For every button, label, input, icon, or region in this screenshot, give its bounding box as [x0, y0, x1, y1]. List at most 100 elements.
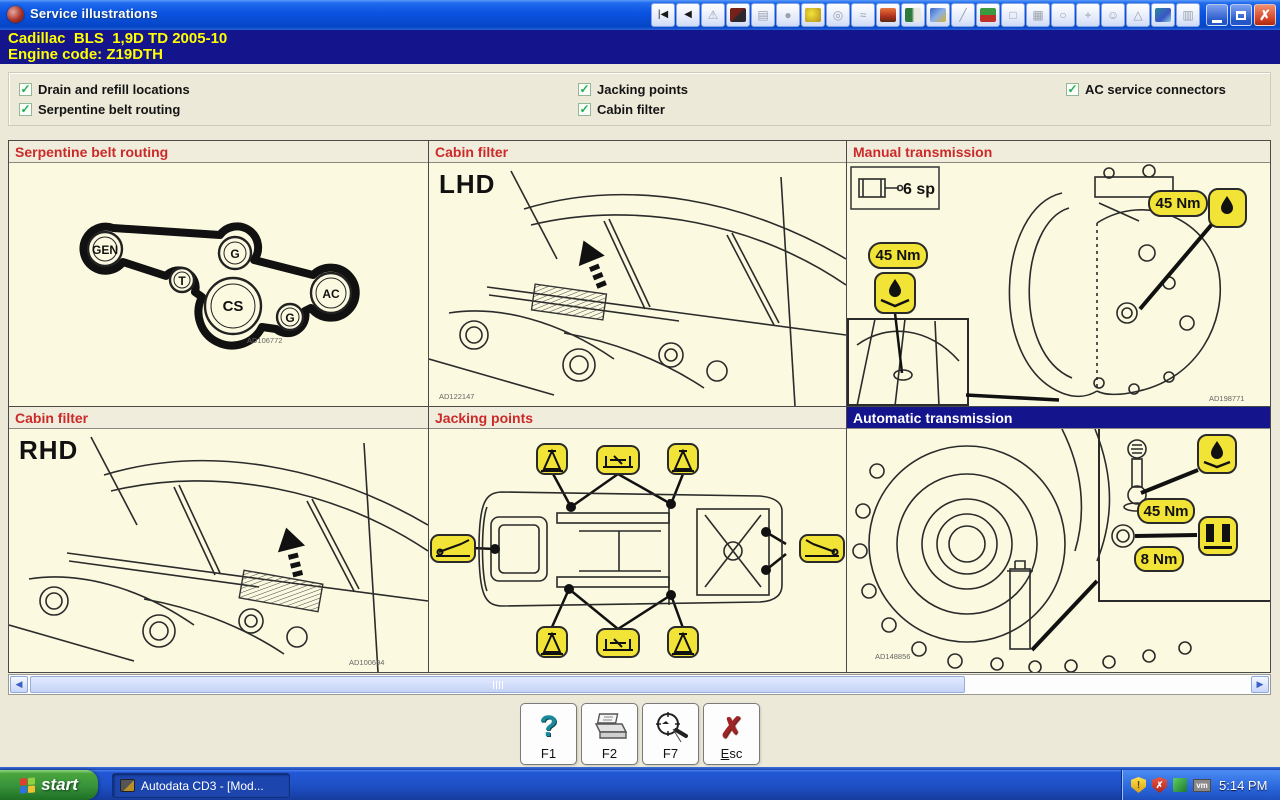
minimize-icon: [1212, 20, 1222, 23]
filter-jacking: ✓ Jacking points: [578, 82, 688, 97]
engine-oil-icon: [805, 8, 821, 22]
illustration-ref: AD148856: [875, 652, 910, 661]
engine-parts-icon: [1155, 8, 1171, 22]
toolbar-icon-lamps[interactable]: [726, 3, 750, 27]
toolbar-icon-diagnostics[interactable]: ○: [1051, 3, 1075, 27]
belt-routing-icon: ≈: [860, 9, 867, 21]
panel-title-jacking[interactable]: Jacking points: [429, 407, 846, 429]
zoom-button[interactable]: F7: [642, 703, 699, 765]
service-wrench-icon: +: [1084, 9, 1091, 21]
toolbar-icon-belt-routing[interactable]: ≈: [851, 3, 875, 27]
toolbar-icon-back[interactable]: ◀: [676, 3, 700, 27]
cabin-filter-checkbox[interactable]: ✓: [578, 103, 591, 116]
printer-icon: [593, 708, 627, 746]
automatic-transmission-illustration[interactable]: 45 Nm 8 Nm AD148856: [847, 429, 1270, 672]
serpentine-belt-illustration[interactable]: GEN G T CS G AC AD106772: [9, 163, 428, 406]
panel-title-automatic[interactable]: Automatic transmission: [847, 407, 1270, 429]
warning-triangle-icon: ⚠: [708, 9, 719, 21]
scroll-right-button[interactable]: ▶: [1251, 676, 1269, 693]
escape-button[interactable]: ✗ Esc: [703, 703, 760, 765]
svg-text:45 Nm: 45 Nm: [1143, 503, 1188, 520]
hazard-triangle-icon: △: [1133, 9, 1142, 21]
vm-tools-icon[interactable]: vm: [1193, 779, 1211, 792]
location-arrow: [273, 524, 312, 579]
network-agent-icon[interactable]: [1173, 778, 1187, 792]
window-controls: ✗: [1206, 4, 1276, 26]
panel-cabin-filter-rhd: Cabin filter: [8, 406, 429, 673]
gearbox-icon: [980, 8, 996, 22]
illustration-ref: AD198771: [1209, 394, 1244, 403]
exit-cross-icon: ✗: [720, 711, 743, 744]
toolbar-icon-driver[interactable]: ☺: [1101, 3, 1125, 27]
scroll-right-icon: ▶: [1257, 679, 1264, 689]
toolbar-icon-vehicle-lift[interactable]: [926, 3, 950, 27]
help-button[interactable]: ? F1: [520, 703, 577, 765]
drain-refill-checkbox[interactable]: ✓: [19, 83, 32, 96]
panel-title-cabin-lhd[interactable]: Cabin filter: [429, 141, 846, 163]
paint-codes-icon: [880, 8, 896, 22]
autodata-app-icon: [120, 779, 135, 792]
toolbar-icon-wheels[interactable]: ◎: [826, 3, 850, 27]
airbag-icon: ●: [784, 9, 791, 21]
antivirus-alert-icon[interactable]: ✗: [1152, 777, 1167, 793]
taskbar-task-autodata[interactable]: Autodata CD3 - [Mod...: [112, 773, 290, 798]
action-button-bar: ? F1 F2: [0, 703, 1280, 767]
panel-title-serpentine[interactable]: Serpentine belt routing: [9, 141, 428, 163]
toolbar-icon-engine-parts[interactable]: [1151, 3, 1175, 27]
filter-cabin: ✓ Cabin filter: [578, 102, 665, 117]
minimize-button[interactable]: [1206, 4, 1228, 26]
scroll-left-button[interactable]: ◀: [10, 676, 28, 693]
toolbar-icon-radiator[interactable]: [901, 3, 925, 27]
taskbar-clock: 5:14 PM: [1219, 778, 1267, 793]
toolbar-icon-first-page[interactable]: |◀: [651, 3, 675, 27]
panel-title-manual[interactable]: Manual transmission: [847, 141, 1270, 163]
toolbar-icon-service[interactable]: +: [1076, 3, 1100, 27]
toolbar-icon-brush[interactable]: ╱: [951, 3, 975, 27]
svg-text:8 Nm: 8 Nm: [1141, 551, 1178, 568]
illustration-ref: AD106772: [247, 336, 282, 345]
svg-text:G: G: [285, 311, 294, 325]
radiator-icon: [905, 8, 921, 22]
horizontal-scrollbar[interactable]: ◀ ▶: [8, 674, 1271, 695]
panel-title-cabin-rhd[interactable]: Cabin filter: [9, 407, 428, 429]
document-icon: □: [1009, 9, 1016, 21]
toolbox-icon: ▦: [1032, 9, 1043, 21]
jacking-checkbox[interactable]: ✓: [578, 83, 591, 96]
system-tray: ! ✗ vm 5:14 PM: [1122, 770, 1280, 800]
toolbar-icon-engine-oil[interactable]: [801, 3, 825, 27]
tools-icon: ▤: [757, 9, 768, 21]
scrollbar-thumb[interactable]: [30, 676, 965, 693]
toolbar-icon-roof-rack[interactable]: ▥: [1176, 3, 1200, 27]
close-icon: ✗: [1259, 8, 1271, 22]
svg-text:45 Nm: 45 Nm: [875, 247, 920, 264]
vehicle-lift-icon: [930, 8, 946, 22]
toolbar-icon-warning[interactable]: ⚠: [701, 3, 725, 27]
toolbar-icon-hazard[interactable]: △: [1126, 3, 1150, 27]
roof-rack-icon: ▥: [1182, 9, 1193, 21]
close-button[interactable]: ✗: [1254, 4, 1276, 26]
toolbar-icon-gearbox[interactable]: [976, 3, 1000, 27]
serpentine-checkbox[interactable]: ✓: [19, 103, 32, 116]
diagnostics-icon: ○: [1059, 9, 1066, 21]
toolbar-icon-airbag[interactable]: ●: [776, 3, 800, 27]
lamps-icon: [730, 8, 746, 22]
back-icon: ◀: [684, 10, 692, 20]
toolbar-icon-tools[interactable]: ▤: [751, 3, 775, 27]
toolbar-icon-documents[interactable]: □: [1001, 3, 1025, 27]
panel-automatic-transmission: Automatic transmission: [846, 406, 1271, 673]
panel-jacking-points: Jacking points: [428, 406, 847, 673]
restore-button[interactable]: [1230, 4, 1252, 26]
scroll-left-icon: ◀: [16, 679, 23, 689]
filter-drain-refill: ✓ Drain and refill locations: [19, 82, 190, 97]
security-warning-icon[interactable]: !: [1131, 777, 1146, 793]
panel-cabin-filter-lhd: Cabin filter: [428, 140, 847, 407]
manual-transmission-illustration[interactable]: 6 sp 45 Nm 45 Nm AD198771: [847, 163, 1270, 406]
application-window: Service illustrations |◀ ◀ ⚠ ▤ ● ◎ ≈ ╱ □…: [0, 0, 1280, 800]
print-button[interactable]: F2: [581, 703, 638, 765]
toolbar-icon-paint-codes[interactable]: [876, 3, 900, 27]
jacking-points-illustration[interactable]: [429, 429, 846, 672]
start-button[interactable]: start: [0, 770, 98, 800]
ac-connectors-checkbox[interactable]: ✓: [1066, 83, 1079, 96]
toolbar-icon-toolbox[interactable]: ▦: [1026, 3, 1050, 27]
svg-text:GEN: GEN: [92, 243, 118, 257]
